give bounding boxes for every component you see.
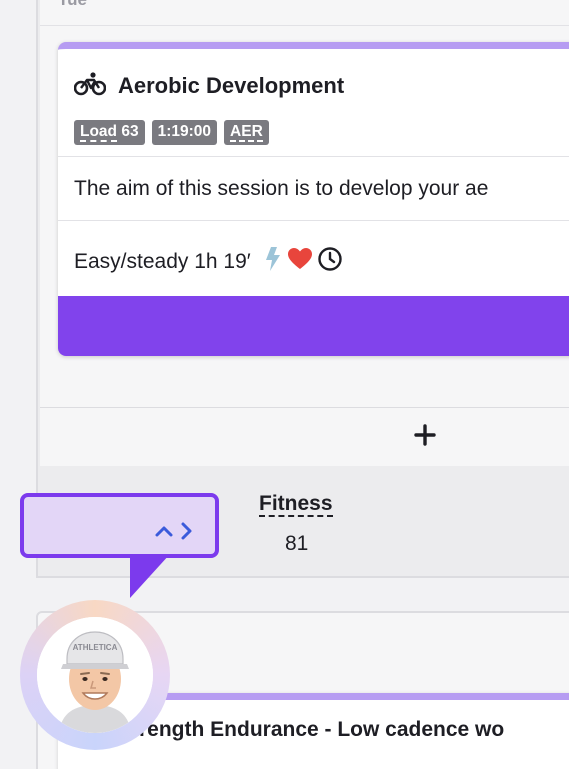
- helper-popover[interactable]: [20, 493, 219, 558]
- expand-code-icon[interactable]: [152, 519, 200, 543]
- day-header: [40, 0, 569, 26]
- lightning-icon: [263, 246, 283, 278]
- plus-icon: [413, 423, 437, 447]
- card-divider: [58, 220, 569, 221]
- load-tag[interactable]: Load 63: [74, 120, 145, 145]
- workout-tags: Load 63 1:19:00 AER: [74, 120, 269, 145]
- clock-icon: [317, 246, 343, 278]
- workout-card-footer[interactable]: [58, 296, 569, 356]
- workout-title[interactable]: Aerobic Development: [118, 73, 344, 99]
- workout-card[interactable]: Aerobic Development Load 63 1:19:00 AER …: [58, 42, 569, 356]
- avatar[interactable]: ATHLETICA: [37, 617, 153, 733]
- cap-logo-text: ATHLETICA: [73, 643, 118, 652]
- zone-tag-value: AER: [230, 123, 263, 142]
- fitness-value: 81: [285, 532, 309, 555]
- add-workout-button[interactable]: [40, 408, 569, 466]
- helper-popover-tail: [130, 554, 170, 598]
- duration-tag: 1:19:00: [151, 120, 218, 145]
- workout-title-row: Aerobic Development: [73, 71, 344, 101]
- workout-intensity: Easy/steady 1h 19′: [74, 246, 343, 278]
- load-tag-value: 63: [121, 123, 139, 140]
- workout-description: The aim of this session is to develop yo…: [74, 177, 489, 200]
- intensity-text: Easy/steady 1h 19′: [74, 250, 251, 273]
- zone-tag[interactable]: AER: [224, 120, 269, 145]
- bike-icon: [73, 71, 107, 101]
- next-workout-title[interactable]: trength Endurance - Low cadence wo: [132, 718, 504, 742]
- heart-icon: [287, 247, 313, 277]
- load-tag-prefix: Load: [80, 123, 118, 142]
- day-label: Tue: [58, 0, 87, 10]
- fitness-label[interactable]: Fitness: [259, 493, 333, 517]
- card-divider: [58, 156, 569, 157]
